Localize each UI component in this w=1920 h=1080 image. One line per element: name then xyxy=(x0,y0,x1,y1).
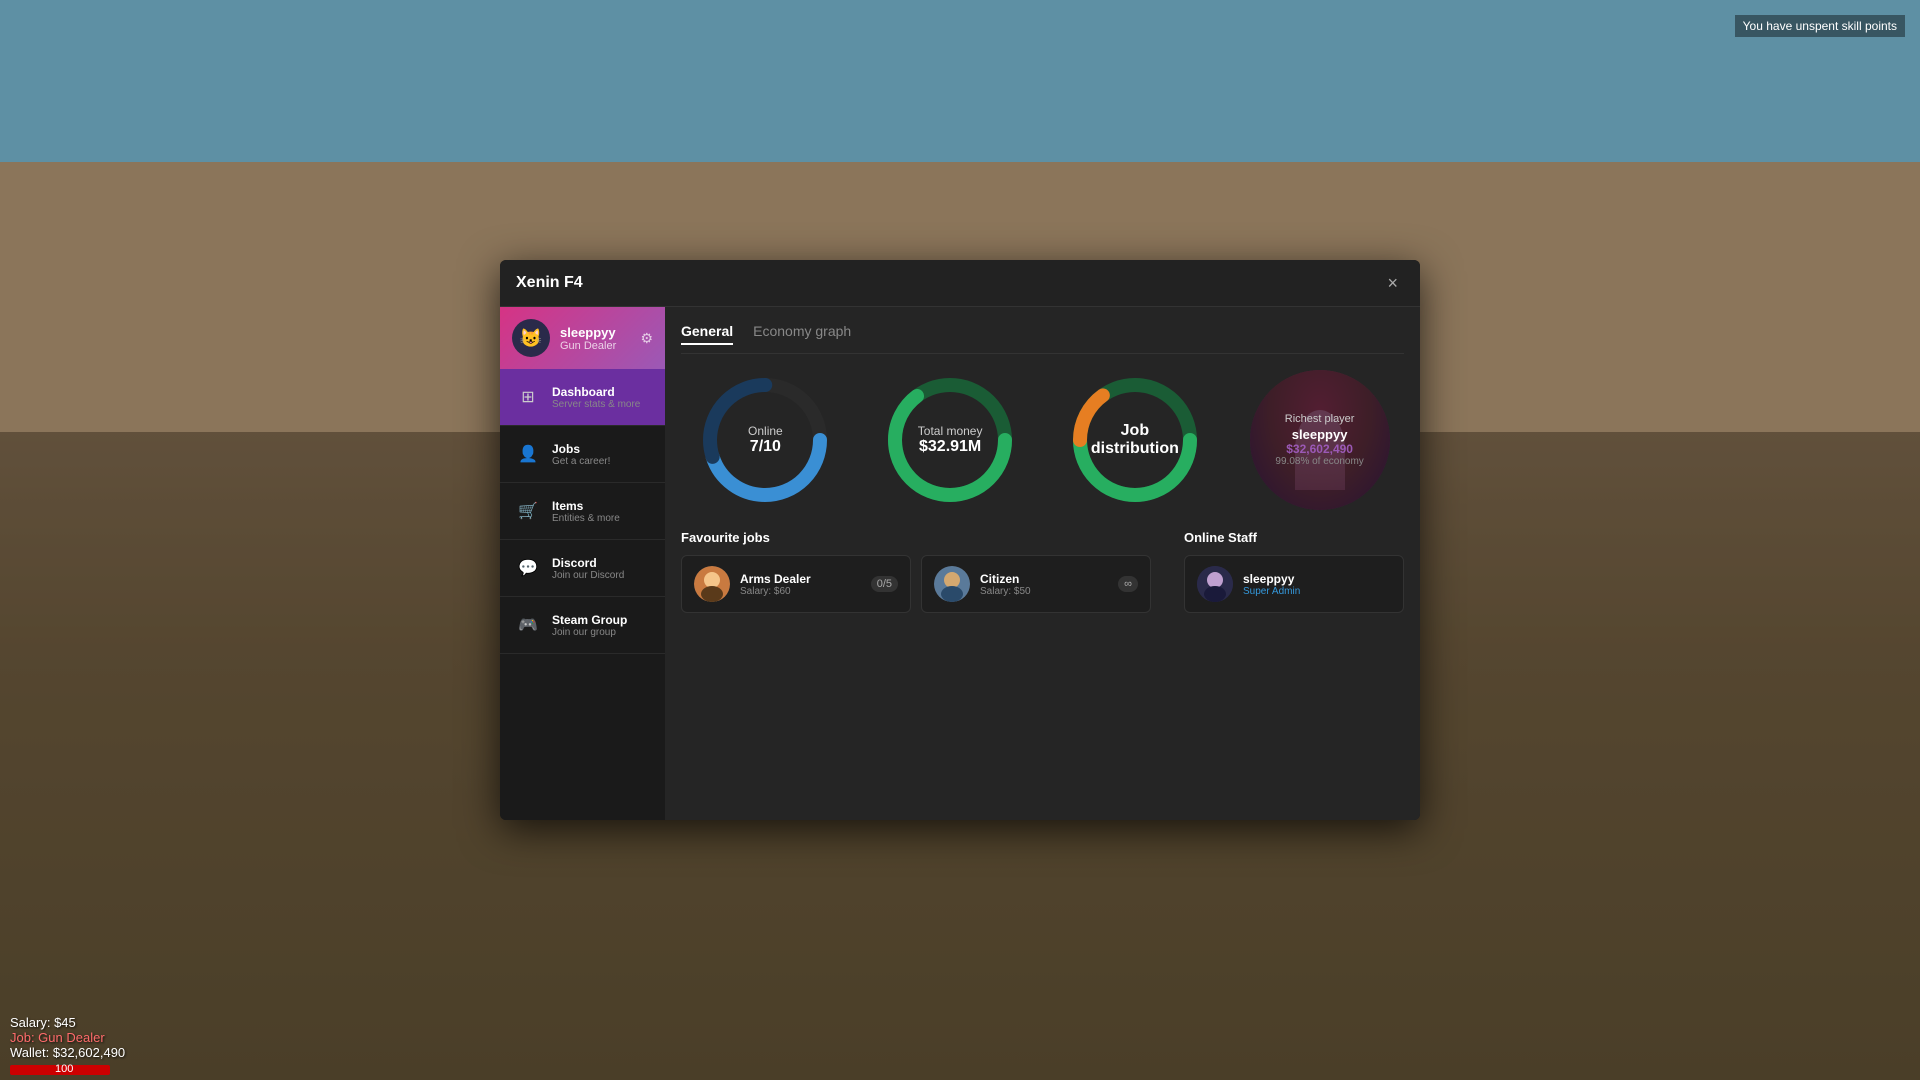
job-card-citizen[interactable]: Citizen Salary: $50 ∞ xyxy=(921,555,1151,613)
modal-header: Xenin F4 × xyxy=(500,260,1420,307)
favourite-jobs-title: Favourite jobs xyxy=(681,530,1168,545)
staff-info: sleeppyy Super Admin xyxy=(1243,572,1391,597)
staff-card-sleeppyy[interactable]: sleeppyy Super Admin xyxy=(1184,555,1404,613)
sidebar-item-steam[interactable]: 🎮 Steam Group Join our group xyxy=(500,597,665,654)
citizen-salary: Salary: $50 xyxy=(980,586,1108,597)
citizen-avatar-svg xyxy=(934,566,970,602)
settings-icon[interactable]: ⚙ xyxy=(640,330,653,347)
user-profile[interactable]: 😺 sleeppyy Gun Dealer ⚙ xyxy=(500,307,665,369)
jobs-nav-sublabel: Get a career! xyxy=(552,456,651,467)
total-money-circle-chart: Total money $32.91M xyxy=(880,370,1020,510)
richest-amount: $32,602,490 xyxy=(1286,442,1353,456)
favourite-jobs-section: Favourite jobs xyxy=(681,530,1168,613)
arms-dealer-salary: Salary: $60 xyxy=(740,586,861,597)
dashboard-nav-sublabel: Server stats & more xyxy=(552,399,651,410)
richest-overlay: Richest player sleeppyy $32,602,490 99.0… xyxy=(1250,370,1390,510)
total-money-stat: Total money $32.91M xyxy=(880,370,1020,510)
sidebar-item-items[interactable]: 🛒 Items Entities & more xyxy=(500,483,665,540)
steam-nav-label: Steam Group xyxy=(552,613,651,627)
tab-header: General Economy graph xyxy=(681,323,1404,354)
richest-player-stat: Richest player sleeppyy $32,602,490 99.0… xyxy=(1250,370,1390,510)
user-avatar: 😺 xyxy=(512,319,550,357)
job-distribution-circle-chart: Job distribution xyxy=(1065,370,1205,510)
items-nav-label: Items xyxy=(552,499,651,513)
arms-dealer-name: Arms Dealer xyxy=(740,572,861,586)
steam-nav-text: Steam Group Join our group xyxy=(552,613,651,638)
sidebar-item-jobs[interactable]: 👤 Jobs Get a career! xyxy=(500,426,665,483)
staff-role: Super Admin xyxy=(1243,586,1391,597)
user-job-label: Gun Dealer xyxy=(560,340,630,352)
close-button[interactable]: × xyxy=(1381,272,1404,294)
online-staff-title: Online Staff xyxy=(1184,530,1404,545)
arms-dealer-avatar-inner xyxy=(694,566,730,602)
tab-general[interactable]: General xyxy=(681,323,733,345)
jobs-nav-text: Jobs Get a career! xyxy=(552,442,651,467)
citizen-slots: ∞ xyxy=(1118,576,1138,592)
online-stat: Online 7/10 xyxy=(695,370,835,510)
discord-nav-text: Discord Join our Discord xyxy=(552,556,651,581)
job-dist-svg xyxy=(1065,370,1205,510)
discord-nav-sublabel: Join our Discord xyxy=(552,570,651,581)
jobs-grid: Arms Dealer Salary: $60 0/5 xyxy=(681,555,1168,613)
online-svg xyxy=(695,370,835,510)
discord-icon: 💬 xyxy=(514,554,542,582)
dashboard-nav-text: Dashboard Server stats & more xyxy=(552,385,651,410)
citizen-name: Citizen xyxy=(980,572,1108,586)
online-circle-chart: Online 7/10 xyxy=(695,370,835,510)
citizen-avatar xyxy=(934,566,970,602)
richest-title: Richest player xyxy=(1285,413,1355,425)
jobs-nav-label: Jobs xyxy=(552,442,651,456)
citizen-avatar-inner xyxy=(934,566,970,602)
dashboard-icon: ⊞ xyxy=(514,383,542,411)
richest-name: sleeppyy xyxy=(1292,427,1348,442)
modal-body: 😺 sleeppyy Gun Dealer ⚙ ⊞ Dashboard Serv… xyxy=(500,307,1420,820)
items-icon: 🛒 xyxy=(514,497,542,525)
main-content: General Economy graph xyxy=(665,307,1420,820)
online-staff-section: Online Staff sleeppyy xyxy=(1184,530,1404,613)
job-distribution-stat: Job distribution xyxy=(1065,370,1205,510)
staff-avatar-svg xyxy=(1197,566,1233,602)
job-card-arms-dealer[interactable]: Arms Dealer Salary: $60 0/5 xyxy=(681,555,911,613)
items-nav-sublabel: Entities & more xyxy=(552,513,651,524)
items-nav-text: Items Entities & more xyxy=(552,499,651,524)
user-name: sleeppyy xyxy=(560,325,630,340)
richest-percent: 99.08% of economy xyxy=(1275,456,1363,467)
sidebar-item-dashboard[interactable]: ⊞ Dashboard Server stats & more xyxy=(500,369,665,426)
stats-row: Online 7/10 To xyxy=(681,370,1404,510)
steam-icon: 🎮 xyxy=(514,611,542,639)
arms-dealer-slots: 0/5 xyxy=(871,576,898,592)
arms-dealer-avatar-svg xyxy=(694,566,730,602)
total-money-svg xyxy=(880,370,1020,510)
user-avatar-emoji: 😺 xyxy=(520,328,542,349)
arms-dealer-avatar xyxy=(694,566,730,602)
user-info: sleeppyy Gun Dealer xyxy=(560,325,630,352)
main-modal: Xenin F4 × 😺 sleeppyy Gun Dealer ⚙ xyxy=(500,260,1420,820)
arms-dealer-info: Arms Dealer Salary: $60 xyxy=(740,572,861,597)
richest-circle: Richest player sleeppyy $32,602,490 99.0… xyxy=(1250,370,1390,510)
staff-avatar xyxy=(1197,566,1233,602)
modal-title: Xenin F4 xyxy=(516,274,583,292)
staff-name: sleeppyy xyxy=(1243,572,1391,586)
sidebar: 😺 sleeppyy Gun Dealer ⚙ ⊞ Dashboard Serv… xyxy=(500,307,665,820)
sections-row: Favourite jobs xyxy=(681,530,1404,613)
jobs-icon: 👤 xyxy=(514,440,542,468)
dashboard-nav-label: Dashboard xyxy=(552,385,651,399)
discord-nav-label: Discord xyxy=(552,556,651,570)
modal-overlay: Xenin F4 × 😺 sleeppyy Gun Dealer ⚙ xyxy=(0,0,1920,1080)
tab-economy-graph[interactable]: Economy graph xyxy=(753,323,851,345)
sidebar-item-discord[interactable]: 💬 Discord Join our Discord xyxy=(500,540,665,597)
steam-nav-sublabel: Join our group xyxy=(552,627,651,638)
citizen-info: Citizen Salary: $50 xyxy=(980,572,1108,597)
